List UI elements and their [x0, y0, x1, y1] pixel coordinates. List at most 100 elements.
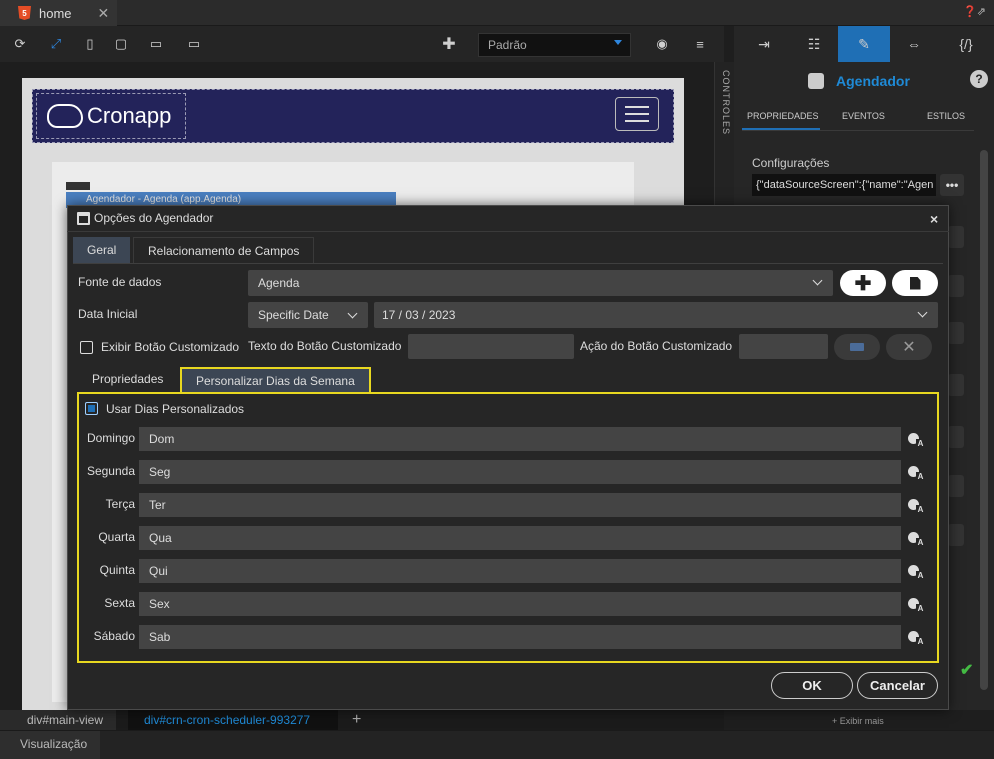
ok-button[interactable]: OK: [771, 672, 853, 699]
exibir-mais-link[interactable]: + Exibir mais: [832, 716, 884, 726]
exibir-botao-label: Exibir Botão Customizado: [101, 340, 240, 354]
panel-help-icon[interactable]: ?: [970, 70, 988, 88]
visibility-icon[interactable]: ◉: [654, 36, 670, 52]
acao-botao-input[interactable]: [739, 334, 828, 359]
refresh-icon[interactable]: ⟳: [12, 36, 28, 52]
day-value: Sab: [149, 630, 171, 644]
edit-datasource-button[interactable]: [892, 270, 938, 296]
component-tag: [66, 182, 90, 190]
data-inicial-input[interactable]: 17 / 03 / 2023: [374, 302, 938, 328]
breadcrumb-add-icon[interactable]: +: [352, 710, 361, 730]
translate-icon[interactable]: A: [908, 497, 925, 514]
day-label-terca: Terça: [105, 497, 135, 511]
tablet-icon[interactable]: ▢: [113, 36, 129, 52]
panel-field-stub: [948, 374, 964, 396]
panel-field-stub: [948, 275, 964, 297]
chevron-down-icon[interactable]: [917, 307, 928, 318]
expand-icon[interactable]: ⤢: [48, 36, 64, 52]
exibir-botao-checkbox[interactable]: [80, 341, 93, 354]
tab-geral[interactable]: Geral: [73, 237, 131, 264]
day-label-quarta: Quarta: [98, 530, 135, 544]
config-value-field[interactable]: {"dataSourceScreen":{"name":"Agen: [752, 174, 936, 196]
check-icon: ✔: [960, 662, 974, 679]
translate-icon[interactable]: A: [908, 464, 925, 481]
subtab-estilos[interactable]: ESTILOS: [927, 111, 965, 121]
add-datasource-button[interactable]: ✚: [840, 270, 886, 296]
cancel-button[interactable]: Cancelar: [857, 672, 938, 699]
database-icon[interactable]: ≡: [692, 36, 708, 52]
hamburger-menu-icon[interactable]: [615, 97, 659, 131]
day-input-sabado[interactable]: Sab: [139, 625, 901, 649]
day-value: Seg: [149, 465, 171, 479]
controles-label[interactable]: CONTROLES: [717, 70, 731, 135]
desktop-icon[interactable]: ▭: [148, 36, 164, 52]
dialog-close-icon[interactable]: ×: [930, 211, 938, 227]
add-icon[interactable]: ✚: [441, 36, 457, 53]
panel-field-stub: [948, 226, 964, 248]
panel-field-stub: [948, 426, 964, 448]
tab-personalizar-dias[interactable]: Personalizar Dias da Semana: [180, 367, 371, 392]
translate-icon[interactable]: A: [908, 530, 925, 547]
chevron-down-icon: [812, 275, 823, 286]
config-more-button[interactable]: •••: [940, 174, 964, 196]
resize-icon[interactable]: ⇔: [888, 26, 940, 62]
day-input-quarta[interactable]: Qua: [139, 526, 901, 550]
usar-dias-label: Usar Dias Personalizados: [106, 402, 245, 416]
fonte-dados-select[interactable]: Agenda: [248, 270, 833, 296]
day-input-sexta[interactable]: Sex: [139, 592, 901, 616]
tab-propriedades[interactable]: Propriedades: [80, 367, 175, 392]
icon-picker-button[interactable]: [834, 334, 880, 360]
help-icon[interactable]: ❓⇗: [963, 5, 986, 18]
panel-field-stub: [948, 322, 964, 344]
usar-dias-checkbox[interactable]: [85, 402, 98, 415]
translate-icon[interactable]: A: [908, 563, 925, 580]
tab-home[interactable]: 5 home ✕: [0, 0, 117, 26]
visualizacao-tab[interactable]: Visualização: [0, 731, 100, 759]
breadcrumb-item-main-view[interactable]: div#main-view: [0, 710, 116, 730]
tree-icon[interactable]: ☷: [788, 26, 840, 62]
clear-button[interactable]: ✕: [886, 334, 932, 360]
day-value: Ter: [149, 498, 166, 512]
edit-icon[interactable]: ✎: [838, 26, 890, 62]
monitor-icon[interactable]: ▭: [186, 36, 202, 52]
translate-icon[interactable]: A: [908, 629, 925, 646]
footer-bar: [0, 730, 994, 759]
breadcrumb-item-scheduler[interactable]: div#crn-cron-scheduler-993277: [128, 710, 338, 730]
day-label-segunda: Segunda: [86, 464, 135, 478]
panel-field-stub: [948, 524, 964, 546]
day-input-domingo[interactable]: Dom: [139, 427, 901, 451]
phone-icon[interactable]: ▯: [82, 36, 98, 52]
day-input-segunda[interactable]: Seg: [139, 460, 901, 484]
dialog-title: Opções do Agendador: [94, 211, 214, 225]
data-type-value: Specific Date: [258, 308, 329, 322]
data-type-select[interactable]: Specific Date: [248, 302, 368, 328]
day-input-terca[interactable]: Ter: [139, 493, 901, 517]
panel-title: Agendador: [808, 70, 968, 92]
day-value: Sex: [149, 597, 170, 611]
device-select[interactable]: Padrão: [478, 33, 631, 57]
texto-botao-input[interactable]: [408, 334, 574, 359]
translate-icon[interactable]: A: [908, 596, 925, 613]
config-label: Configurações: [752, 156, 830, 170]
preview-logo[interactable]: Cronapp: [36, 93, 186, 139]
subtab-propriedades[interactable]: PROPRIEDADES: [747, 111, 819, 121]
calendar-icon: [77, 211, 90, 225]
subtab-eventos[interactable]: EVENTOS: [842, 111, 885, 121]
tab-relacionamento-campos[interactable]: Relacionamento de Campos: [133, 237, 315, 264]
logo-text: Cronapp: [87, 103, 172, 128]
data-inicial-value: 17 / 03 / 2023: [382, 308, 456, 322]
divider: [742, 130, 974, 131]
login-icon[interactable]: ⇥: [738, 26, 790, 62]
translate-icon[interactable]: A: [908, 431, 925, 448]
data-inicial-label: Data Inicial: [78, 307, 138, 321]
panel-scrollbar[interactable]: [980, 150, 988, 690]
fonte-dados-value: Agenda: [258, 276, 300, 290]
keyboard-icon: [850, 343, 864, 351]
day-label-quinta: Quinta: [99, 563, 135, 577]
code-icon[interactable]: {/}: [940, 26, 992, 62]
fonte-dados-label: Fonte de dados: [78, 275, 162, 289]
cloud-logo-icon: [47, 104, 83, 128]
caret-down-icon: [614, 40, 622, 45]
day-input-quinta[interactable]: Qui: [139, 559, 901, 583]
close-icon[interactable]: ✕: [98, 5, 110, 22]
